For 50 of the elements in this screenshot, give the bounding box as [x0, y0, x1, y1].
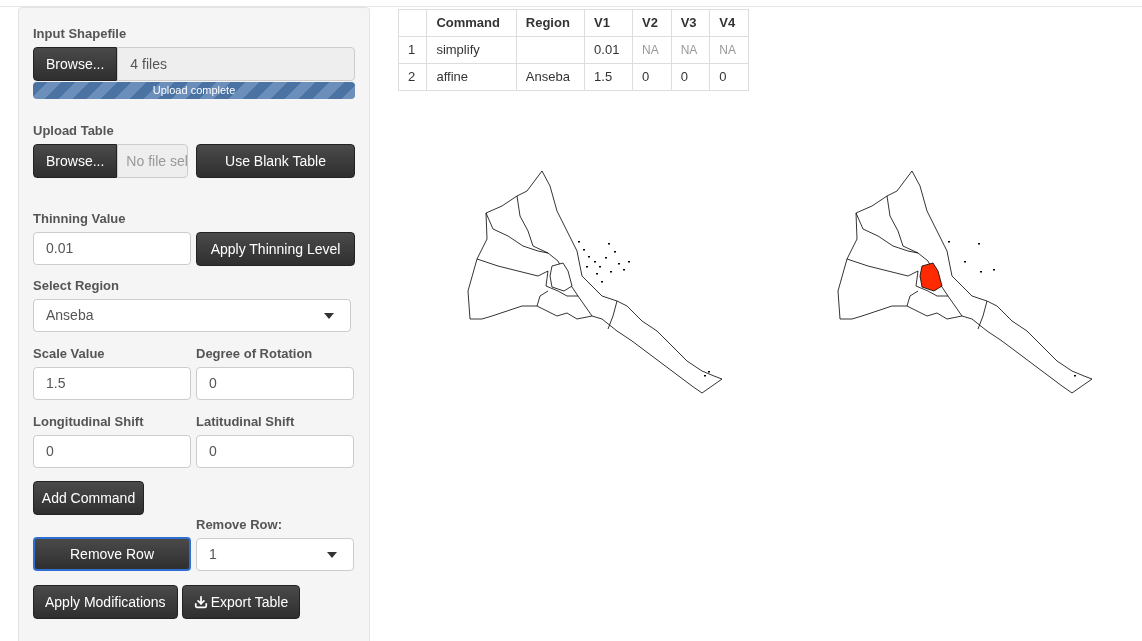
column-header: Region [516, 9, 585, 37]
table-cell: NA [671, 36, 710, 64]
table-cell: 2 [398, 63, 427, 91]
remove-row-button[interactable]: Remove Row [33, 537, 191, 571]
number-input[interactable]: 0 [33, 435, 191, 468]
select-value: 1 [209, 545, 217, 564]
progress-text: Upload complete [151, 83, 237, 98]
field-label: Select Region [33, 278, 120, 294]
field-label: Remove Row: [196, 517, 283, 533]
caret-icon [327, 551, 337, 558]
field-label: Thinning Value [33, 211, 127, 227]
column-header: V4 [709, 9, 749, 37]
thinning-input[interactable]: 0.01 [33, 232, 191, 265]
table-cell: 1 [398, 36, 427, 64]
field-label: Degree of Rotation [196, 346, 314, 362]
field-label: Scale Value [33, 346, 106, 362]
field-label: Input Shapefile [33, 26, 128, 42]
column-header: V3 [671, 9, 710, 37]
export-table-button[interactable]: Export Table [181, 585, 301, 619]
caret-icon [324, 312, 334, 319]
table-cell: Anseba [516, 63, 585, 91]
download-icon [193, 595, 208, 609]
add-command-button[interactable]: Add Command [33, 481, 144, 515]
browse-button[interactable]: Browse... [33, 47, 118, 81]
table-cell: 0.01 [584, 36, 633, 64]
field-label: Upload Table [33, 123, 115, 139]
apply-thinning-button[interactable]: Apply Thinning Level [196, 232, 355, 266]
table-cell: 0 [709, 63, 749, 91]
apply-modifications-button[interactable]: Apply Modifications [33, 585, 178, 619]
table-cell: affine [426, 63, 517, 91]
number-input[interactable]: 0 [196, 435, 354, 468]
row-select[interactable]: 1 [196, 538, 354, 571]
browse-button[interactable]: Browse... [33, 144, 118, 178]
table-cell: 0 [671, 63, 710, 91]
field-label: Latitudinal Shift [196, 414, 296, 430]
table-cell: 0 [632, 63, 672, 91]
field-label: Longitudinal Shift [33, 414, 145, 430]
column-header: V1 [584, 9, 633, 37]
region-select[interactable]: Anseba [33, 299, 351, 332]
file-name-field[interactable]: 4 files [117, 47, 355, 81]
table-cell: 1.5 [584, 63, 633, 91]
column-header: Command [426, 9, 517, 37]
table-cell: NA [632, 36, 672, 64]
number-input[interactable]: 1.5 [33, 367, 191, 400]
table-cell: simplify [426, 36, 517, 64]
use-blank-table-button[interactable]: Use Blank Table [196, 144, 355, 178]
table-cell: NA [709, 36, 749, 64]
column-header: V2 [632, 9, 672, 37]
select-value: Anseba [46, 306, 94, 325]
number-input[interactable]: 0 [196, 367, 354, 400]
